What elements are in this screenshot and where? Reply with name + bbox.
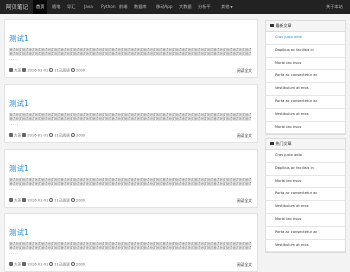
post-reads: 11已阅读 (54, 133, 70, 138)
hot-panel-heading: 热门文章 (266, 139, 345, 150)
latest-article-link[interactable]: Cras justo odio (266, 32, 345, 45)
user-icon (9, 68, 13, 72)
user-icon (9, 198, 13, 202)
heart-icon (70, 68, 75, 72)
nav-item-mobile[interactable]: 移动App (156, 4, 173, 10)
post-card: 测试1 测试测试测试测试测试测试测试测试测试测试测试测试测试测试测试测试测试测试… (4, 213, 258, 272)
nav-item-guide[interactable]: 导汇 (67, 4, 75, 10)
read-more-link[interactable]: 阅读全文 (237, 68, 252, 74)
post-excerpt: 测试测试测试测试测试测试测试测试测试测试测试测试测试测试测试测试测试测试测试测试… (9, 178, 252, 191)
hot-panel-title: 热门文章 (275, 141, 292, 146)
calendar-icon (22, 133, 27, 137)
nav-item-python[interactable]: Python (101, 4, 116, 9)
post-reads: 11已阅读 (54, 262, 70, 267)
post-date: 2016-01-01 (27, 133, 49, 138)
list-icon (270, 23, 274, 28)
post-date: 2016-01-01 (27, 68, 49, 73)
latest-article-link[interactable]: Morbi leo risus (266, 122, 345, 135)
latest-article-link[interactable]: Vestibulum at eros (266, 83, 345, 96)
nav-item-database[interactable]: 数据库 (134, 4, 147, 10)
user-icon (9, 133, 13, 137)
nav-item-frontend[interactable]: 前端 (119, 4, 127, 10)
latest-article-link[interactable]: Porta ac consectetur ac (266, 70, 345, 84)
post-likes: 2000 (75, 68, 86, 73)
post-date: 2016-01-01 (27, 262, 49, 267)
latest-panel-title: 最新文章 (275, 23, 292, 28)
latest-article-link[interactable]: Morbi leo risus (266, 58, 345, 71)
post-meta: 大茶 2016-01-01 11已阅读 2000 (9, 198, 85, 204)
hot-article-link[interactable]: Vestibulum at eros (266, 201, 345, 214)
calendar-icon (22, 68, 27, 72)
hot-article-link[interactable]: Porta ac consectetur ac (266, 188, 345, 202)
nav-item-essays[interactable]: 随笔 (52, 4, 60, 10)
nav-item-java[interactable]: Java (84, 4, 93, 9)
post-card: 测试1 测试测试测试测试测试测试测试测试测试测试测试测试测试测试测试测试测试测试… (4, 19, 258, 78)
post-title[interactable]: 测试1 (9, 98, 29, 109)
read-more-link[interactable]: 阅读全文 (237, 133, 252, 139)
post-title[interactable]: 测试1 (9, 227, 29, 238)
hot-article-link[interactable]: Cras justo odio (266, 150, 345, 163)
read-more-link[interactable]: 阅读全文 (237, 198, 252, 204)
nav-item-other[interactable]: 其他 ▼ (221, 4, 233, 10)
hot-article-link[interactable]: Morbi leo risus (266, 176, 345, 189)
post-likes: 2000 (75, 133, 86, 138)
hot-articles-panel: 热门文章 Cras justo odio Dapibus ac facilisi… (265, 138, 346, 254)
post-meta: 大茶 2016-01-01 11已阅读 2000 (9, 68, 85, 74)
post-meta: 大茶 2016-01-01 11已阅读 2000 (9, 133, 85, 139)
hot-article-link[interactable]: Dapibus ac facilisis in (266, 163, 345, 176)
fire-icon (270, 141, 274, 146)
post-author: 大茶 (14, 68, 22, 73)
latest-article-link[interactable]: Dapibus ac facilisis in (266, 45, 345, 58)
post-date: 2016-01-01 (27, 198, 49, 203)
latest-articles-panel: 最新文章 Cras justo odio Dapibus ac facilisi… (265, 20, 346, 136)
post-title[interactable]: 测试1 (9, 163, 29, 174)
post-reads: 11已阅读 (54, 68, 70, 73)
heart-icon (70, 133, 75, 137)
caret-down-icon: ▼ (229, 4, 233, 9)
hot-article-link[interactable]: Vestibulum at eros (266, 240, 345, 253)
post-likes: 2000 (75, 198, 86, 203)
nav-item-platform[interactable]: 分析平 (198, 4, 211, 10)
latest-article-link[interactable]: Porta ac consectetur ac (266, 96, 345, 109)
eye-icon (49, 198, 54, 202)
post-author: 大茶 (14, 133, 22, 138)
post-title[interactable]: 测试1 (9, 33, 29, 44)
latest-panel-heading: 最新文章 (266, 21, 345, 32)
hot-article-link[interactable]: Morbi leo risus (266, 214, 345, 227)
nav-item-home[interactable]: 首页 (33, 0, 48, 14)
eye-icon (49, 133, 54, 137)
nav-about[interactable]: 关于本站 (326, 4, 343, 10)
top-navbar: 阿贝笔记 首页 随笔 导汇 Java Python 前端 数据库 移动App 大… (0, 0, 350, 14)
site-brand[interactable]: 阿贝笔记 (6, 3, 28, 11)
heart-icon (70, 198, 75, 202)
post-card: 测试1 测试测试测试测试测试测试测试测试测试测试测试测试测试测试测试测试测试测试… (4, 84, 258, 143)
calendar-icon (22, 198, 27, 202)
post-excerpt: 测试测试测试测试测试测试测试测试测试测试测试测试测试测试测试测试测试测试测试测试… (9, 242, 252, 255)
post-excerpt: 测试测试测试测试测试测试测试测试测试测试测试测试测试测试测试测试测试测试测试测试… (9, 113, 252, 126)
post-author: 大茶 (14, 198, 22, 203)
post-reads: 11已阅读 (54, 198, 70, 203)
post-likes: 2000 (75, 262, 86, 267)
nav-item-bigdata[interactable]: 大数据 (179, 4, 192, 10)
post-author: 大茶 (14, 262, 22, 267)
hot-article-link[interactable]: Porta ac consectetur ac (266, 227, 345, 240)
post-card: 测试1 测试测试测试测试测试测试测试测试测试测试测试测试测试测试测试测试测试测试… (4, 149, 258, 208)
post-excerpt: 测试测试测试测试测试测试测试测试测试测试测试测试测试测试测试测试测试测试测试测试… (9, 48, 252, 61)
latest-article-link[interactable]: Vestibulum at eros (266, 109, 345, 122)
eye-icon (49, 68, 54, 72)
